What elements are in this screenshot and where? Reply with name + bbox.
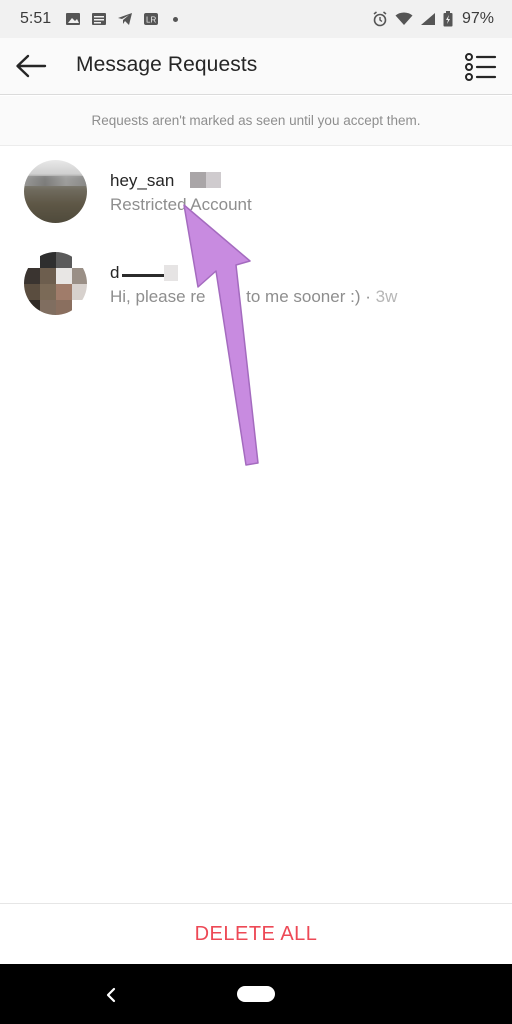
nav-back-icon[interactable] xyxy=(100,984,122,1006)
news-icon xyxy=(92,13,107,25)
list-item[interactable]: d Hi, please re to me sooner :) · 3w xyxy=(0,238,512,330)
dot-icon xyxy=(173,16,179,22)
telegram-icon xyxy=(118,13,133,25)
restricted-label: Restricted Account xyxy=(110,195,252,214)
avatar xyxy=(24,160,87,223)
svg-text:LR: LR xyxy=(146,16,156,25)
redaction-block xyxy=(190,172,206,188)
redaction-block xyxy=(122,274,164,277)
wifi-icon xyxy=(395,12,413,25)
signal-icon xyxy=(420,13,435,25)
redaction-block xyxy=(206,172,221,188)
notification-icons: LR xyxy=(65,12,179,26)
alarm-icon xyxy=(373,11,387,27)
requests-notice: Requests aren't marked as seen until you… xyxy=(0,96,512,146)
battery-icon xyxy=(443,11,453,27)
delete-all-button[interactable]: DELETE ALL xyxy=(0,904,512,964)
redaction-block xyxy=(164,265,178,281)
battery-percent: 97% xyxy=(461,10,494,27)
app-header: Message Requests xyxy=(0,38,512,95)
thread-username: hey_san xyxy=(110,171,175,190)
nav-home-pill[interactable] xyxy=(237,986,275,1002)
message-time: 3w xyxy=(375,287,398,306)
message-preview-end: to me sooner :) · xyxy=(241,287,376,306)
status-time: 5:51 xyxy=(20,10,52,27)
message-preview-start: Hi, please re xyxy=(110,287,206,306)
message-preview: Hi, please re to me sooner :) · 3w xyxy=(110,287,397,307)
thread-username: d xyxy=(110,263,120,282)
system-icons: 97% xyxy=(372,10,494,28)
image-icon xyxy=(66,13,81,25)
status-bar: 5:51 LR 97% xyxy=(0,0,512,38)
list-icon[interactable] xyxy=(464,52,498,82)
avatar xyxy=(24,252,87,315)
page-title: Message Requests xyxy=(76,53,258,76)
lightroom-icon: LR xyxy=(144,13,159,25)
system-nav-bar xyxy=(0,964,512,1024)
back-arrow-icon[interactable] xyxy=(14,51,48,81)
list-item[interactable]: hey_san Restricted Account xyxy=(0,146,512,238)
